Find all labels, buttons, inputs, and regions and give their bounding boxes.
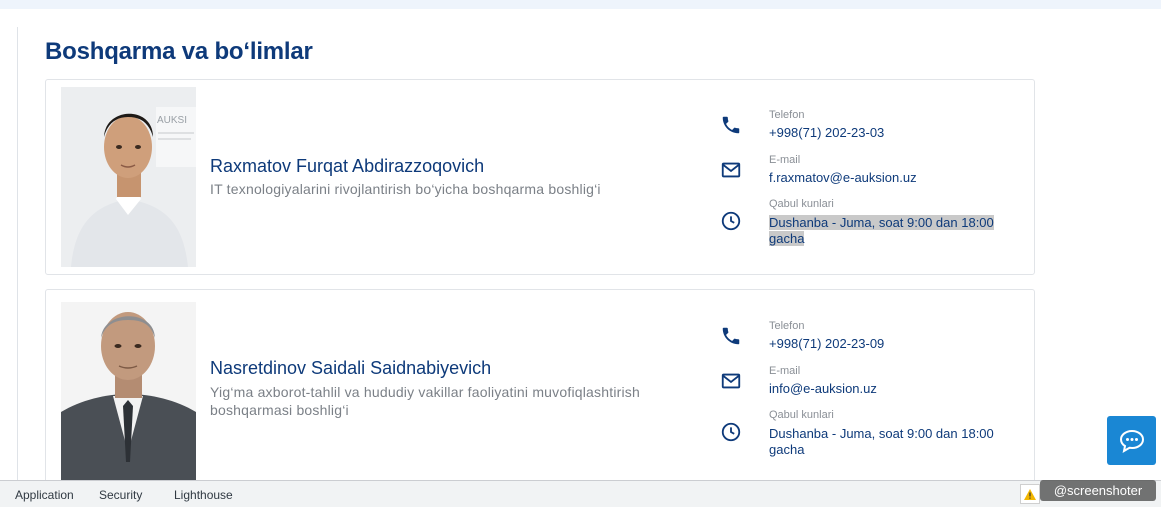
chat-button[interactable] [1107, 416, 1156, 465]
phone-label: Telefon [769, 109, 805, 121]
warning-icon[interactable] [1020, 484, 1040, 504]
phone-value[interactable]: +998(71) 202-23-09 [769, 336, 994, 352]
email-label: E-mail [769, 154, 801, 166]
phone-value[interactable]: +998(71) 202-23-03 [769, 125, 994, 141]
phone-label: Telefon [769, 320, 805, 332]
staff-card: AUKSI Raxmatov Furqat Abdirazzoqovich IT… [45, 79, 1035, 275]
mail-icon [721, 162, 741, 178]
top-band [0, 0, 1161, 9]
staff-card: Nasretdinov Saidali Saidnabiyevich Yig‘m… [45, 289, 1035, 489]
staff-role: Yig‘ma axborot-tahlil va hududiy vakilla… [210, 384, 640, 418]
email-label: E-mail [769, 365, 801, 377]
hours-label: Qabul kunlari [769, 409, 834, 421]
hours-value: Dushanba - Juma, soat 9:00 dan 18:00 gac… [769, 426, 994, 457]
devtools-tab-lighthouse[interactable]: Lighthouse [174, 488, 233, 502]
phone-icon [722, 116, 740, 134]
hours-label: Qabul kunlari [769, 198, 834, 210]
staff-name: Raxmatov Furqat Abdirazzoqovich [210, 156, 485, 176]
devtools-tab-application[interactable]: Application [15, 488, 74, 502]
devtools-bar: Application Security Lighthouse [0, 480, 1161, 507]
screenshoter-watermark: @screenshoter [1040, 480, 1156, 501]
staff-name: Nasretdinov Saidali Saidnabiyevich [210, 358, 492, 378]
clock-icon [721, 422, 741, 442]
clock-icon [721, 211, 741, 231]
email-value[interactable]: f.raxmatov@e-auksion.uz [769, 170, 994, 186]
phone-icon [722, 327, 740, 345]
hours-value: Dushanba - Juma, soat 9:00 dan 18:00 gac… [769, 215, 994, 246]
mail-icon [721, 373, 741, 389]
photo-banner-text: AUKSI [157, 115, 187, 126]
email-value[interactable]: info@e-auksion.uz [769, 381, 994, 397]
staff-role: IT texnologiyalarini rivojlantirish bo‘y… [210, 181, 601, 197]
staff-photo: AUKSI [61, 87, 196, 267]
left-divider [17, 27, 18, 480]
page-title: Boshqarma va bo‘limlar [45, 38, 313, 65]
staff-photo [61, 302, 196, 482]
chat-bubble-icon [1119, 429, 1144, 453]
devtools-tab-security[interactable]: Security [99, 488, 142, 502]
